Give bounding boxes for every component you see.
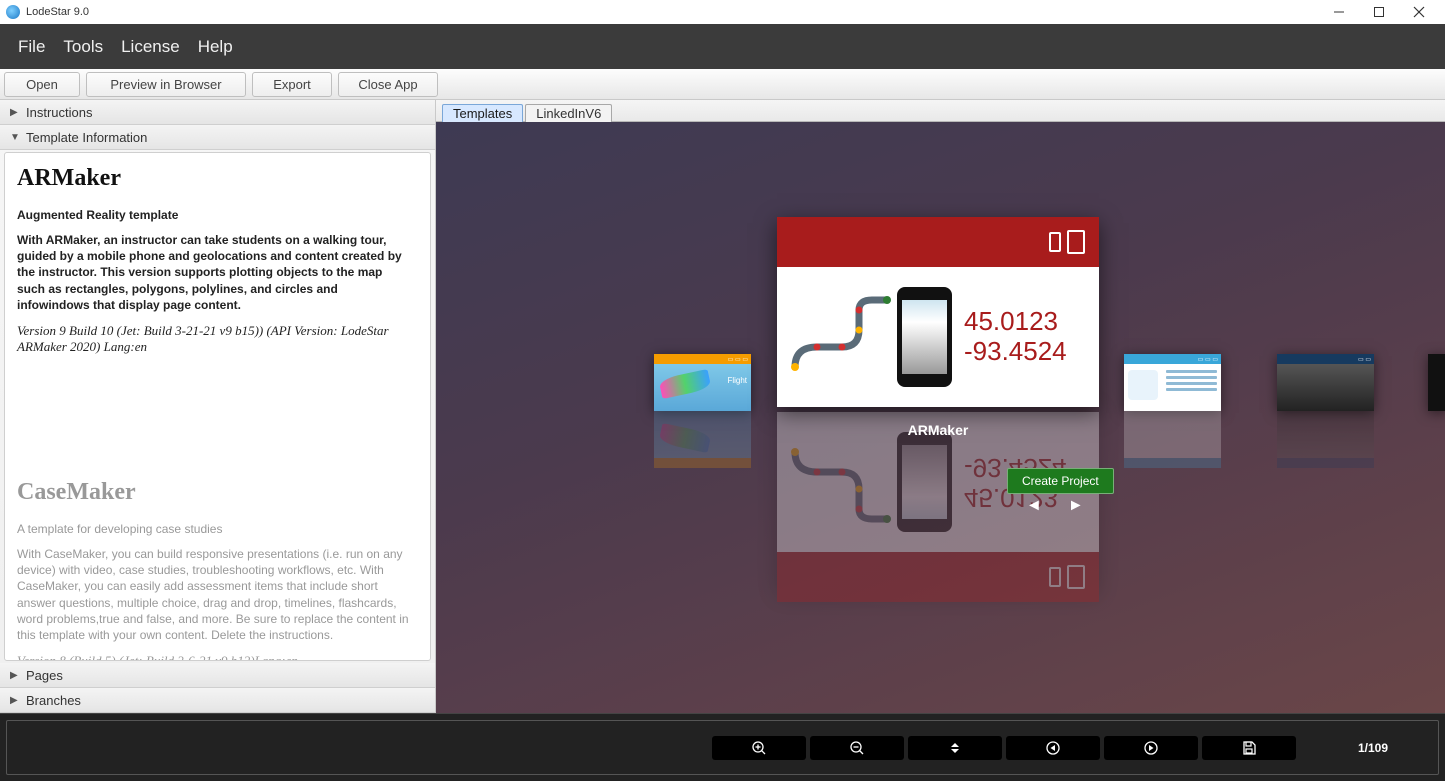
- menu-file[interactable]: File: [18, 37, 45, 57]
- chevron-down-icon: ▼: [10, 132, 20, 143]
- tab-templates[interactable]: Templates: [442, 104, 523, 122]
- carousel-next-button[interactable]: ►: [1068, 497, 1084, 515]
- menubar: File Tools License Help: [0, 24, 1445, 69]
- prev-button[interactable]: [1006, 736, 1100, 760]
- phone-preview-icon: [897, 287, 952, 387]
- template-thumb-flight[interactable]: ▭ ▭ ▭ Flight: [654, 354, 751, 411]
- card-body: 45.0123 -93.4524: [777, 267, 1099, 407]
- tabstrip: Templates LinkedInV6: [436, 100, 1445, 122]
- zoom-in-button[interactable]: [712, 736, 806, 760]
- chevron-right-icon: ▶: [10, 695, 20, 706]
- route-icon: [787, 292, 897, 382]
- zoom-out-button[interactable]: [810, 736, 904, 760]
- accordion-branches[interactable]: ▶ Branches: [0, 688, 435, 713]
- app-icon: [6, 5, 20, 19]
- template-info-panel: ARMaker Augmented Reality template With …: [4, 152, 431, 661]
- menu-help[interactable]: Help: [198, 37, 233, 57]
- close-app-button[interactable]: Close App: [338, 72, 438, 97]
- accordion-template-info[interactable]: ▼ Template Information: [0, 125, 435, 150]
- thumb-label: Flight: [727, 376, 747, 385]
- template-title: CaseMaker: [17, 479, 412, 506]
- accordion-label: Branches: [26, 693, 81, 708]
- template-subtitle: Augmented Reality template: [17, 208, 412, 222]
- next-button[interactable]: [1104, 736, 1198, 760]
- carousel-prev-button[interactable]: ◄: [1026, 497, 1042, 515]
- preview-button[interactable]: Preview in Browser: [86, 72, 246, 97]
- sidebar: ▶ Instructions ▼ Template Information AR…: [0, 100, 436, 713]
- template-desc: With ARMaker, an instructor can take stu…: [17, 232, 412, 313]
- canvas-area: Templates LinkedInV6 ▭ ▭ ▭ Flight 45.012…: [436, 100, 1445, 713]
- template-title: ARMaker: [17, 165, 412, 192]
- menu-license[interactable]: License: [121, 37, 180, 57]
- template-version: Version 9 Build 10 (Jet: Build 3-21-21 v…: [17, 323, 412, 355]
- close-button[interactable]: [1399, 0, 1439, 24]
- workspace: ▶ Instructions ▼ Template Information AR…: [0, 100, 1445, 713]
- toolbar: Open Preview in Browser Export Close App: [0, 69, 1445, 100]
- accordion-instructions[interactable]: ▶ Instructions: [0, 100, 435, 125]
- template-carousel: ▭ ▭ ▭ Flight 45.0123-93.4524: [436, 122, 1445, 713]
- create-project-button[interactable]: Create Project: [1007, 468, 1114, 494]
- titlebar: LodeStar 9.0: [0, 0, 1445, 24]
- accordion-pages[interactable]: ▶ Pages: [0, 663, 435, 688]
- coord-lat: 45.0123: [964, 307, 1067, 337]
- coord-lon: -93.4524: [964, 337, 1067, 367]
- accordion-label: Pages: [26, 668, 63, 683]
- window-title: LodeStar 9.0: [26, 6, 1319, 18]
- template-thumb-linkedin[interactable]: ▭ ▭: [1277, 354, 1374, 411]
- template-card-selected[interactable]: 45.0123 -93.4524: [777, 217, 1099, 407]
- card-header: [777, 217, 1099, 267]
- maximize-button[interactable]: [1359, 0, 1399, 24]
- menu-tools[interactable]: Tools: [63, 37, 103, 57]
- tab-linkedin[interactable]: LinkedInV6: [525, 104, 612, 122]
- template-thumb-casemaker[interactable]: ▭ ▭ ▭: [1124, 354, 1221, 411]
- template-thumb-more[interactable]: [1428, 354, 1445, 411]
- chevron-right-icon: ▶: [10, 107, 20, 118]
- save-button[interactable]: [1202, 736, 1296, 760]
- template-subtitle: A template for developing case studies: [17, 522, 412, 536]
- selected-template-title: ARMaker: [777, 422, 1099, 438]
- sort-button[interactable]: [908, 736, 1002, 760]
- minimize-button[interactable]: [1319, 0, 1359, 24]
- accordion-label: Template Information: [26, 130, 147, 145]
- coordinates: 45.0123 -93.4524: [964, 307, 1067, 367]
- template-info-scroll[interactable]: ARMaker Augmented Reality template With …: [5, 153, 430, 660]
- page-counter: 1/109: [1358, 741, 1388, 755]
- phone-icon: [1049, 232, 1061, 252]
- chevron-right-icon: ▶: [10, 670, 20, 681]
- template-desc: With CaseMaker, you can build responsive…: [17, 546, 412, 643]
- tablet-icon: [1067, 230, 1085, 254]
- bottombar: 1/109: [0, 713, 1445, 781]
- accordion-label: Instructions: [26, 105, 92, 120]
- export-button[interactable]: Export: [252, 72, 332, 97]
- open-button[interactable]: Open: [4, 72, 80, 97]
- template-version: Version 8 (Build 5) (Jet: Build 2-6-21 v…: [17, 653, 412, 660]
